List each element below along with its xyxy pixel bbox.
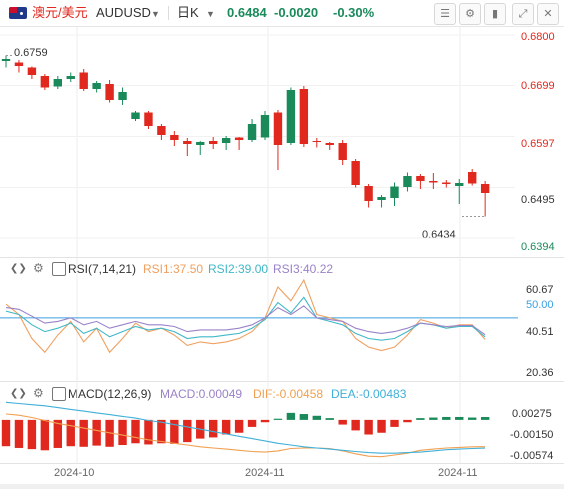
candle-body	[390, 186, 399, 198]
macd-hist-bar	[325, 418, 334, 420]
candle-body	[79, 72, 88, 89]
macd-hist-bar	[118, 419, 127, 446]
candle-body	[364, 186, 373, 201]
rsi-series-line-2	[5, 296, 486, 341]
macd-hist-bar	[40, 419, 50, 451]
candle-body	[351, 161, 360, 185]
candle-body	[183, 141, 192, 144]
candle-body	[170, 135, 179, 140]
candle-body	[455, 183, 464, 186]
macd-hist-bar	[14, 419, 24, 448]
candle-body	[234, 137, 244, 140]
candle-body	[480, 184, 490, 193]
candle-body	[14, 62, 24, 66]
candle-body	[53, 79, 62, 87]
macd-hist-bar	[79, 419, 88, 447]
candle-body	[144, 112, 153, 126]
candle-body	[338, 143, 347, 160]
candle-body	[118, 92, 127, 100]
macd-hist-bar	[299, 414, 309, 420]
candle-body	[196, 142, 205, 145]
macd-hist-bar	[131, 419, 140, 444]
candle-body	[273, 112, 283, 145]
macd-hist-bar	[92, 419, 101, 446]
candle-body	[209, 141, 218, 144]
macd-hist-bar	[66, 419, 75, 447]
macd-hist-bar	[480, 417, 490, 420]
macd-hist-bar	[27, 419, 37, 450]
chart-canvas	[0, 27, 518, 463]
candle-body	[27, 67, 37, 75]
candle-body	[468, 172, 477, 184]
macd-hist-bar	[234, 419, 244, 433]
macd-hist-bar	[351, 419, 360, 431]
candle-body	[429, 181, 438, 183]
macd-hist-bar	[170, 419, 179, 444]
candle-body	[40, 76, 50, 88]
candle-body	[1, 59, 11, 61]
candle-body	[157, 126, 166, 135]
macd-hist-bar	[260, 419, 270, 423]
macd-hist-bar	[468, 417, 477, 420]
macd-hist-bar	[273, 418, 283, 420]
candle-body	[105, 84, 114, 100]
dif-line	[5, 413, 486, 458]
macd-hist-bar	[403, 419, 412, 423]
macd-hist-bar	[377, 419, 386, 433]
candle-body	[377, 197, 386, 200]
macd-hist-bar	[429, 417, 438, 420]
candle-body	[131, 112, 140, 119]
macd-hist-bar	[1, 419, 11, 447]
candle-body	[247, 124, 257, 140]
candle-body	[442, 182, 451, 184]
candle-body	[299, 89, 309, 144]
macd-hist-bar	[183, 419, 192, 443]
candle-body	[403, 176, 412, 187]
macd-hist-bar	[247, 419, 257, 427]
candle-body	[66, 76, 75, 79]
macd-hist-bar	[364, 419, 373, 435]
dea-line	[5, 401, 486, 454]
candle-body	[312, 141, 321, 142]
candle-body	[92, 83, 101, 89]
rsi-series-line-1	[5, 278, 486, 354]
candle-body	[286, 90, 296, 143]
macd-hist-bar	[390, 419, 399, 427]
candle-body	[325, 143, 334, 145]
macd-hist-bar	[416, 418, 425, 420]
macd-hist-bar	[209, 419, 218, 438]
candle-body	[416, 176, 425, 181]
macd-hist-bar	[338, 419, 347, 425]
macd-hist-bar	[144, 419, 153, 445]
macd-hist-bar	[221, 419, 231, 435]
macd-hist-bar	[455, 416, 464, 420]
macd-hist-bar	[312, 415, 321, 420]
macd-hist-bar	[157, 419, 166, 444]
candle-body	[221, 138, 231, 143]
candle-body	[260, 115, 270, 138]
macd-hist-bar	[442, 416, 451, 420]
macd-hist-bar	[286, 412, 296, 420]
